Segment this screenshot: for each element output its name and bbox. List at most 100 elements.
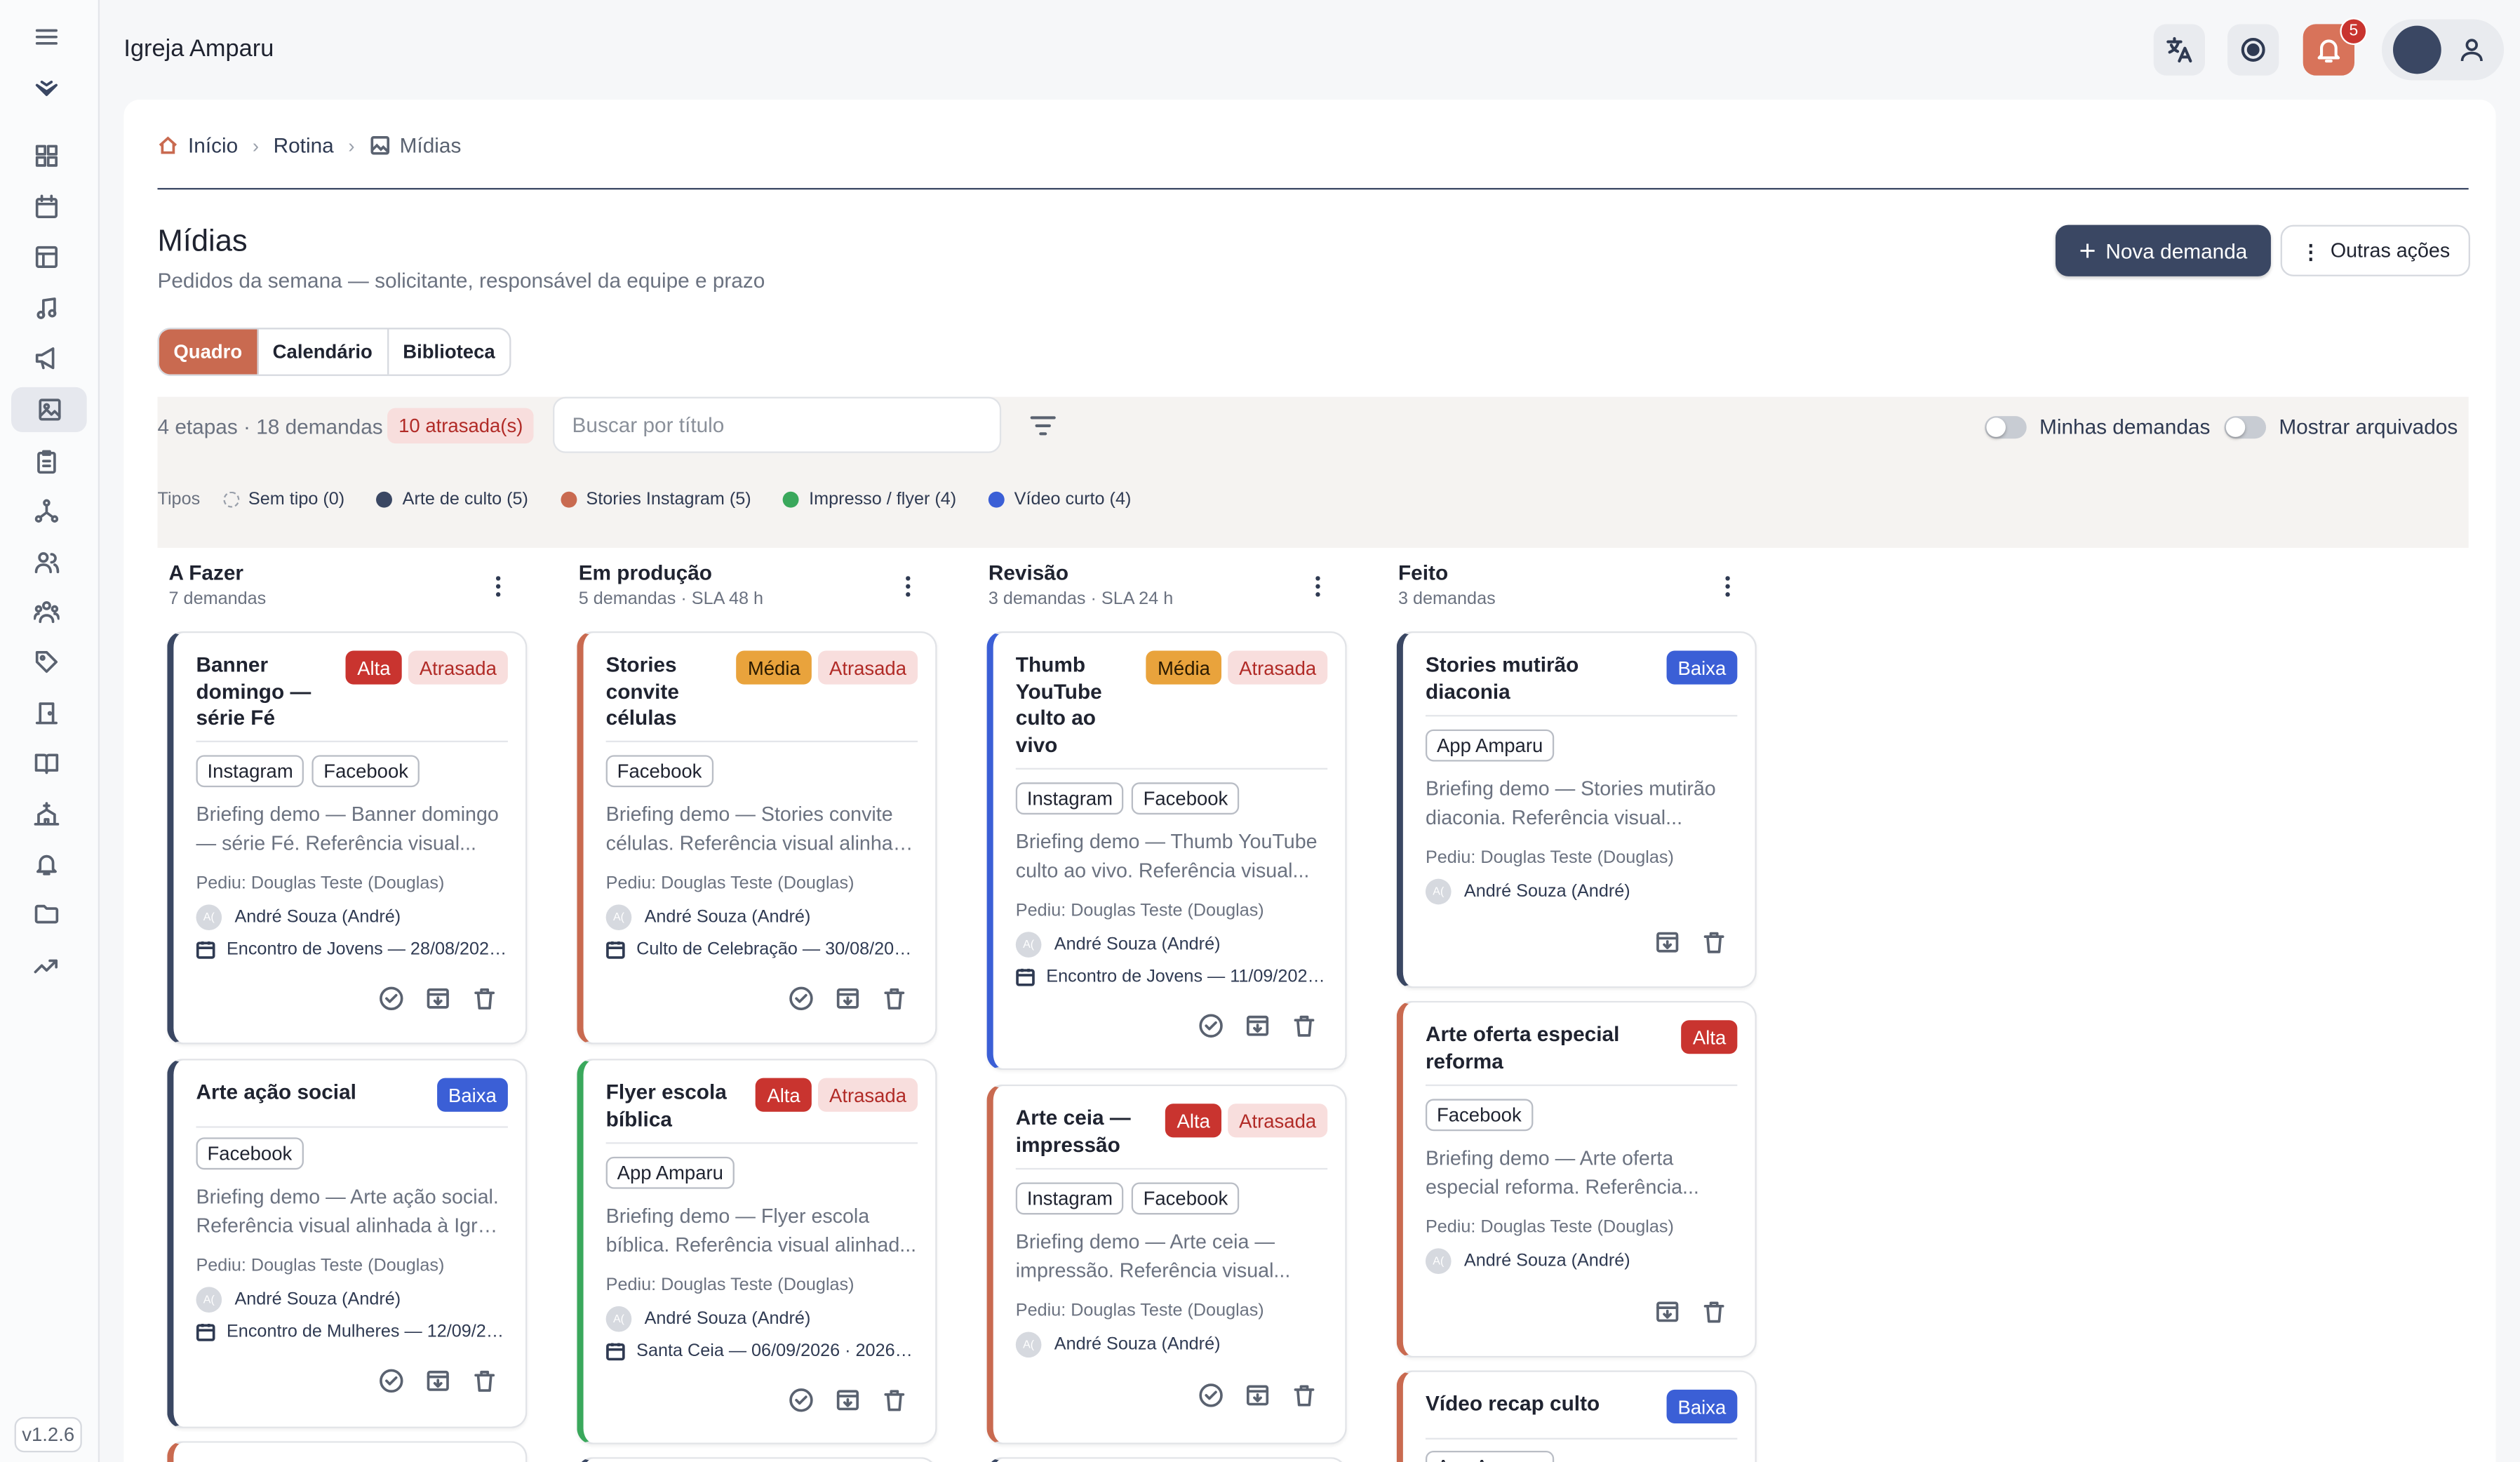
toggle-archived[interactable]: Mostrar arquivados — [2224, 415, 2458, 438]
demand-card[interactable]: Stories mutirão diaconia Baixa App Amparu… — [1396, 631, 1757, 988]
clipboard-icon[interactable] — [29, 443, 64, 478]
type-dot — [988, 491, 1005, 508]
archive-icon[interactable] — [426, 986, 450, 1010]
media-icon[interactable] — [11, 387, 87, 433]
column-em-producao: Em produção 5 demandas · SLA 48 h Storie… — [568, 561, 937, 1462]
priority-badge: Alta — [346, 650, 402, 685]
toggle-mine[interactable]: Minhas demandas — [1985, 415, 2210, 438]
check-circle-icon[interactable] — [380, 986, 403, 1011]
demand-card[interactable]: Flyer escola bíblica Alta Atrasada App Amp… — [577, 1059, 937, 1444]
demand-card[interactable] — [167, 1441, 528, 1462]
column-menu-button[interactable] — [895, 574, 921, 600]
divider — [605, 1142, 918, 1144]
avatar: A( — [605, 1306, 632, 1332]
trash-icon[interactable] — [1702, 930, 1726, 954]
type-chip[interactable]: Arte de culto (5) — [377, 490, 528, 509]
tab-board[interactable]: Quadro — [159, 329, 259, 375]
demand-card[interactable]: Arte oferta especial reforma Alta Faceboo… — [1396, 1000, 1757, 1358]
trash-icon[interactable] — [1292, 1014, 1316, 1038]
music-icon[interactable] — [29, 291, 64, 326]
column-subtitle: 3 demandas — [1398, 589, 1496, 609]
archive-icon[interactable] — [1656, 930, 1680, 954]
type-chip[interactable]: Stories Instagram (5) — [560, 490, 751, 509]
book-icon[interactable] — [29, 746, 64, 781]
calendar-icon — [1016, 968, 1035, 986]
calendar-icon[interactable] — [29, 189, 64, 224]
breadcrumb-section[interactable]: Rotina — [274, 133, 334, 157]
check-circle-icon[interactable] — [789, 986, 813, 1011]
trend-icon[interactable] — [29, 948, 64, 983]
tab-calendar[interactable]: Calendário — [258, 329, 389, 375]
trash-icon[interactable] — [472, 1369, 496, 1393]
user-menu[interactable] — [2381, 19, 2505, 81]
column-menu-button[interactable] — [485, 574, 511, 600]
trash-icon[interactable] — [1702, 1300, 1726, 1324]
network-icon[interactable] — [29, 493, 64, 528]
view-switcher: Quadro Calendário Biblioteca — [157, 328, 511, 376]
archive-icon[interactable] — [836, 1388, 859, 1412]
card-title: Banner domingo — série Fé — [196, 652, 311, 730]
column-title: A Fazer — [168, 561, 244, 585]
table-icon[interactable] — [29, 239, 64, 274]
calendar-icon — [196, 941, 215, 959]
assignee: A(André Souza (André) — [605, 1306, 810, 1332]
filter-button[interactable] — [1027, 410, 1059, 442]
demand-card[interactable] — [986, 1457, 1347, 1462]
late-badge[interactable]: 10 atrasada(s) — [387, 408, 535, 444]
trash-icon[interactable] — [1292, 1383, 1316, 1407]
archive-icon[interactable] — [426, 1369, 450, 1393]
demand-card[interactable]: Arte ação social Baixa Facebook Briefing… — [167, 1059, 528, 1428]
demand-card[interactable] — [577, 1457, 937, 1462]
card-badges: Baixa — [437, 1078, 508, 1112]
archive-icon[interactable] — [1245, 1014, 1269, 1038]
priority-badge: Alta — [756, 1078, 812, 1112]
type-chip[interactable]: Vídeo curto (4) — [988, 490, 1131, 509]
check-circle-icon[interactable] — [380, 1369, 403, 1393]
dashboard-icon[interactable] — [29, 138, 64, 173]
notification-count: 5 — [2340, 18, 2368, 46]
toggle-switch[interactable] — [2224, 415, 2267, 438]
demand-card[interactable]: Vídeo recap culto Baixa App Amparu — [1396, 1370, 1757, 1462]
toggle-switch[interactable] — [1985, 415, 2027, 438]
notifications-button[interactable]: 5 — [2303, 18, 2368, 76]
column-menu-button[interactable] — [1305, 574, 1331, 600]
column-menu-button[interactable] — [1715, 574, 1741, 600]
divider — [605, 740, 918, 743]
archive-icon[interactable] — [1245, 1383, 1269, 1407]
check-circle-icon[interactable] — [789, 1388, 813, 1412]
trash-icon[interactable] — [883, 1388, 906, 1412]
translate-button[interactable] — [2153, 24, 2205, 76]
requester: Pediu: Douglas Teste (Douglas) — [196, 1256, 445, 1276]
tab-library[interactable]: Biblioteca — [389, 329, 510, 374]
priority-badge: Média — [1146, 650, 1221, 685]
type-chip[interactable]: Impresso / flyer (4) — [783, 490, 956, 509]
tag-icon[interactable] — [29, 644, 64, 679]
theme-button[interactable] — [2227, 24, 2279, 76]
megaphone-icon[interactable] — [29, 341, 64, 376]
card-title: Stories convite células — [605, 652, 679, 730]
archive-icon[interactable] — [1656, 1300, 1680, 1324]
church-icon[interactable] — [29, 797, 64, 832]
check-circle-icon[interactable] — [1199, 1014, 1223, 1038]
demand-card[interactable]: Banner domingo — série Fé Alta Atrasada Ins… — [167, 631, 528, 1045]
assignee-name: André Souza (André) — [1054, 934, 1221, 955]
folder-icon[interactable] — [29, 897, 64, 932]
late-badge: Atrasada — [1228, 650, 1328, 685]
search-input[interactable]: Buscar por título — [553, 396, 1002, 453]
bell-icon[interactable] — [29, 847, 64, 882]
trash-icon[interactable] — [472, 986, 496, 1010]
more-actions-button[interactable]: ⋮ Outras ações — [2280, 224, 2470, 276]
menu-icon[interactable] — [29, 19, 64, 54]
archive-icon[interactable] — [836, 986, 859, 1010]
type-chip[interactable]: Sem tipo (0) — [222, 490, 344, 509]
group-icon[interactable] — [29, 594, 64, 629]
breadcrumb-home[interactable]: Início — [188, 133, 238, 157]
door-icon[interactable] — [29, 696, 64, 731]
trash-icon[interactable] — [883, 986, 906, 1010]
demand-card[interactable]: Stories convite células Média Atrasada Face… — [577, 631, 937, 1045]
demand-card[interactable]: Arte ceia — impressão Alta Atrasada Instag… — [986, 1084, 1347, 1444]
new-demand-button[interactable]: + Nova demanda — [2055, 224, 2271, 276]
users-icon[interactable] — [29, 544, 64, 579]
demand-card[interactable]: Thumb YouTube culto ao vivo Média Atrasada I… — [986, 631, 1347, 1071]
check-circle-icon[interactable] — [1199, 1383, 1223, 1407]
